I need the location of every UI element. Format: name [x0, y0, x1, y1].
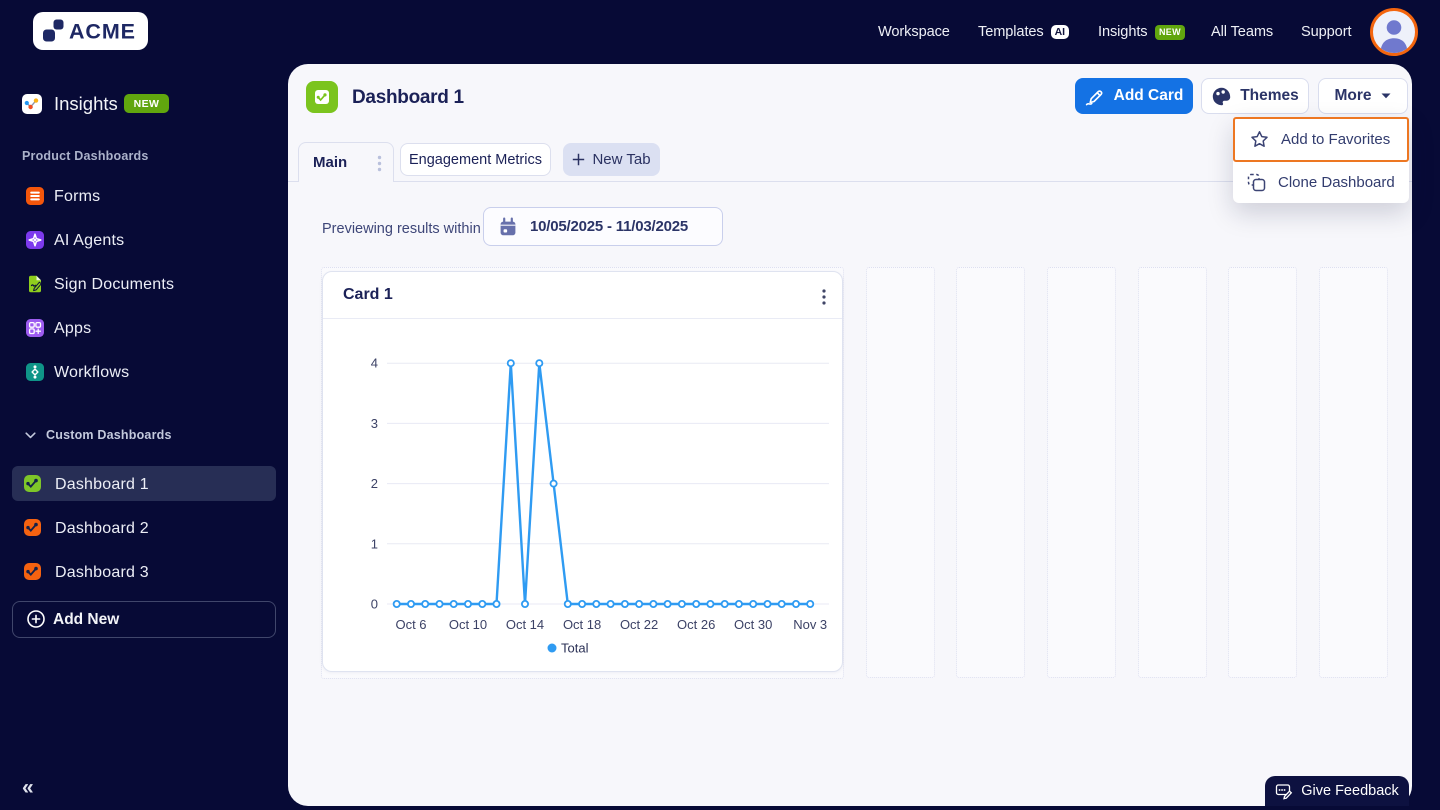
- svg-text:Oct 6: Oct 6: [395, 617, 426, 632]
- svg-text:Oct 30: Oct 30: [734, 617, 772, 632]
- svg-text:Nov 3: Nov 3: [793, 617, 827, 632]
- svg-text:1: 1: [371, 536, 378, 551]
- svg-text:ACME: ACME: [69, 20, 136, 44]
- svg-text:Oct 14: Oct 14: [506, 617, 544, 632]
- svg-text:Oct 26: Oct 26: [677, 617, 715, 632]
- svg-text:Oct 22: Oct 22: [620, 617, 658, 632]
- svg-text:Oct 18: Oct 18: [563, 617, 601, 632]
- svg-text:Total: Total: [561, 641, 589, 656]
- svg-text:2: 2: [371, 476, 378, 491]
- svg-text:0: 0: [371, 597, 378, 612]
- svg-text:4: 4: [371, 356, 378, 371]
- svg-text:Oct 10: Oct 10: [449, 617, 487, 632]
- svg-text:3: 3: [371, 416, 378, 431]
